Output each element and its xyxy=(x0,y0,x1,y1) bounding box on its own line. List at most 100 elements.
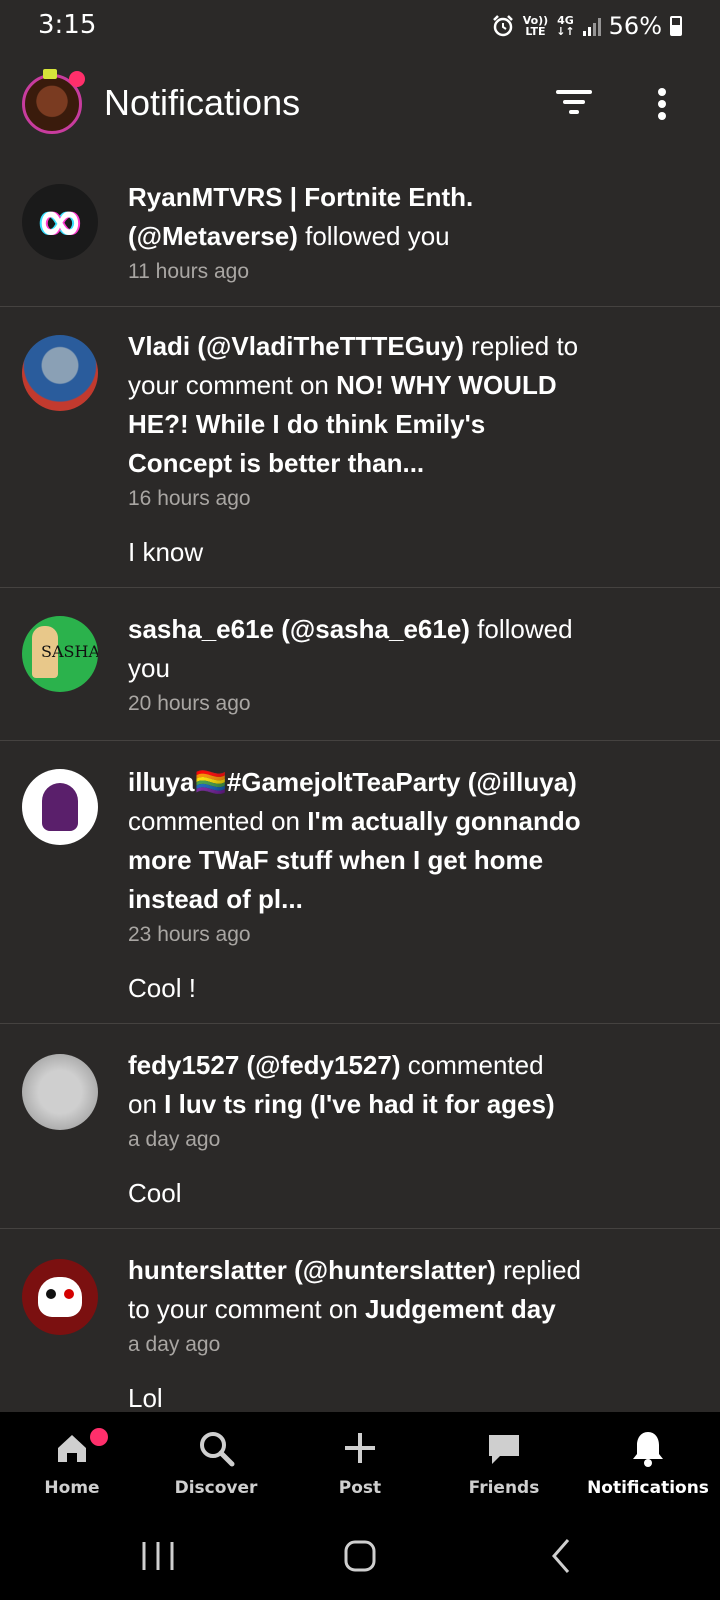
comment-text: Lol xyxy=(128,1383,163,1413)
notification-item[interactable]: Vladi (@VladiTheTTTEGuy) replied to your… xyxy=(0,307,720,588)
nav-discover[interactable]: Discover xyxy=(144,1412,288,1512)
more-options-button[interactable] xyxy=(650,84,674,124)
action-text: followed you xyxy=(305,221,450,251)
user-avatar[interactable]: SASHA xyxy=(22,616,98,692)
nav-label: Notifications xyxy=(587,1478,709,1498)
notification-body: RyanMTVRS | Fortnite Enth. (@Metaverse) … xyxy=(128,178,648,286)
nav-notifications[interactable]: Notifications xyxy=(576,1412,720,1512)
notification-item[interactable]: ∞ RyanMTVRS | Fortnite Enth. (@Metaverse… xyxy=(0,158,720,307)
profile-avatar[interactable] xyxy=(22,69,85,134)
action-text: replied xyxy=(502,1255,582,1285)
home-icon xyxy=(58,1435,86,1462)
timestamp: a day ago xyxy=(128,1128,221,1151)
post-title-link[interactable]: I luv ts ring (I've had it for ages) xyxy=(164,1089,554,1119)
user-avatar[interactable] xyxy=(22,769,98,845)
comment-text: I know xyxy=(128,537,204,567)
user-avatar[interactable] xyxy=(22,1259,98,1335)
action-text: followed xyxy=(477,614,573,644)
status-bar: 3:15 Vo)) LTE 4G ↓↑ 56% xyxy=(0,0,720,52)
notification-body: sasha_e61e (@sasha_e61e) followed you 20… xyxy=(128,610,648,718)
timestamp: 20 hours ago xyxy=(128,692,251,715)
more-vertical-icon-dot xyxy=(658,112,666,120)
nav-home[interactable]: Home xyxy=(0,1412,144,1512)
nav-post[interactable]: Post xyxy=(288,1412,432,1512)
more-vertical-icon-dot xyxy=(658,100,666,108)
user-avatar[interactable] xyxy=(22,335,98,411)
action-text: replied to xyxy=(471,331,579,361)
filter-icon-line xyxy=(569,110,579,114)
comment-text: Cool xyxy=(128,1178,182,1208)
action-text-cont: to your comment on xyxy=(128,1294,358,1324)
signal-icon xyxy=(582,16,601,36)
home-button-icon[interactable] xyxy=(330,1534,390,1578)
infinity-icon: ∞ xyxy=(36,189,84,254)
action-text-cont: your comment on xyxy=(128,370,329,400)
system-navigation-bar xyxy=(0,1512,720,1600)
search-icon xyxy=(200,1432,235,1467)
notification-item[interactable]: hunterslatter (@hunterslatter) replied t… xyxy=(0,1229,720,1429)
notification-item[interactable]: SASHA sasha_e61e (@sasha_e61e) followed … xyxy=(0,588,720,741)
actor-name[interactable]: fedy1527 (@fedy1527) xyxy=(128,1050,401,1080)
notification-item[interactable]: fedy1527 (@fedy1527) commented on I luv … xyxy=(0,1024,720,1229)
action-text: commented xyxy=(407,1050,544,1080)
notification-body: Vladi (@VladiTheTTTEGuy) replied to your… xyxy=(128,327,648,569)
nav-friends[interactable]: Friends xyxy=(432,1412,576,1512)
nav-label: Home xyxy=(44,1478,100,1498)
actor-name[interactable]: sasha_e61e (@sasha_e61e) xyxy=(128,614,470,644)
volte-indicator: Vo)) LTE xyxy=(523,15,549,37)
home-notification-badge xyxy=(90,1428,108,1446)
lte-label: LTE xyxy=(525,25,546,38)
action-text-cont: you xyxy=(128,653,170,683)
actor-name[interactable]: Vladi (@VladiTheTTTEGuy) xyxy=(128,331,464,361)
timestamp: 23 hours ago xyxy=(128,923,251,946)
actor-name[interactable]: illuya🏳️‍🌈#GamejoltTeaParty (@illuya) xyxy=(128,763,648,802)
crown-icon xyxy=(43,69,57,79)
post-title-link[interactable]: instead of pl... xyxy=(128,880,648,919)
actor-name[interactable]: RyanMTVRS | Fortnite Enth. xyxy=(128,178,648,217)
timestamp: a day ago xyxy=(128,1333,221,1356)
action-text-cont: on xyxy=(128,1089,157,1119)
notification-body: hunterslatter (@hunterslatter) replied t… xyxy=(128,1251,648,1415)
user-avatar[interactable]: ∞ xyxy=(22,184,98,260)
nav-label: Friends xyxy=(468,1478,540,1498)
nav-label: Discover xyxy=(174,1478,258,1498)
filter-icon-line xyxy=(563,100,585,104)
post-title-link[interactable]: Judgement day xyxy=(365,1294,556,1324)
user-avatar[interactable] xyxy=(22,1054,98,1130)
bottom-navigation: Home Discover Post Friends Notifications xyxy=(0,1412,720,1512)
post-title-link[interactable]: Concept is better than... xyxy=(128,444,648,483)
post-title-link[interactable]: HE?! While I do think Emily's xyxy=(128,405,648,444)
comment-text: Cool ! xyxy=(128,973,196,1003)
avatar-notification-badge xyxy=(69,71,85,87)
alarm-icon xyxy=(492,15,513,37)
nav-label: Post xyxy=(338,1478,382,1498)
filter-button[interactable] xyxy=(556,88,592,118)
plus-icon xyxy=(345,1433,375,1463)
recent-apps-icon[interactable] xyxy=(128,1534,188,1578)
post-title-link[interactable]: NO! WHY WOULD xyxy=(336,370,557,400)
more-vertical-icon xyxy=(658,88,666,96)
post-title-link[interactable]: more TWaF stuff when I get home xyxy=(128,841,648,880)
notification-list: ∞ RyanMTVRS | Fortnite Enth. (@Metaverse… xyxy=(0,158,720,1429)
app-header: Notifications xyxy=(0,60,720,152)
avatar-text: SASHA xyxy=(41,642,98,661)
chat-bubble-icon xyxy=(489,1435,519,1464)
avatar-figure xyxy=(42,783,78,831)
battery-percent: 56% xyxy=(608,12,662,40)
notification-body: illuya🏳️‍🌈#GamejoltTeaParty (@illuya) co… xyxy=(128,763,648,1005)
action-text: commented on xyxy=(128,806,300,836)
skull-icon xyxy=(38,1277,82,1317)
notification-item[interactable]: illuya🏳️‍🌈#GamejoltTeaParty (@illuya) co… xyxy=(0,741,720,1024)
network-indicator: 4G ↓↑ xyxy=(556,15,574,37)
actor-handle[interactable]: (@Metaverse) xyxy=(128,221,298,251)
back-icon[interactable] xyxy=(532,1534,592,1578)
timestamp: 16 hours ago xyxy=(128,487,251,510)
actor-name[interactable]: hunterslatter (@hunterslatter) xyxy=(128,1255,496,1285)
battery-icon xyxy=(670,16,682,36)
notification-body: fedy1527 (@fedy1527) commented on I luv … xyxy=(128,1046,648,1210)
page-title: Notifications xyxy=(104,82,301,123)
post-title-link[interactable]: I'm actually gonnando xyxy=(307,806,580,836)
bell-icon xyxy=(633,1432,663,1467)
status-icons: Vo)) LTE 4G ↓↑ 56% xyxy=(491,10,682,42)
timestamp: 11 hours ago xyxy=(128,260,250,283)
